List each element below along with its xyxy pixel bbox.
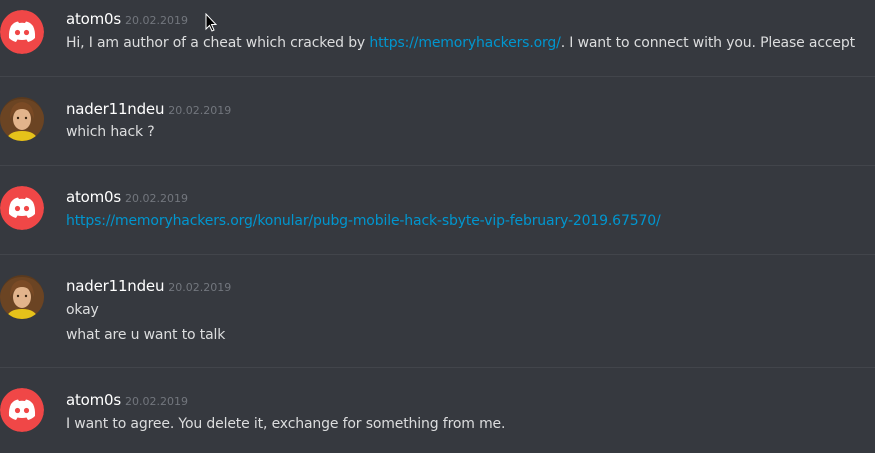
avatar[interactable] (0, 186, 44, 230)
message-group: atom0s 20.02.2019 I want to agree. You de… (0, 368, 875, 453)
avatar[interactable] (0, 10, 44, 54)
timestamp: 20.02.2019 (168, 104, 232, 117)
message-header: atom0s 20.02.2019 (66, 187, 188, 207)
username[interactable]: atom0s (66, 188, 121, 206)
username[interactable]: nader11ndeu (66, 100, 164, 118)
timestamp: 20.02.2019 (125, 192, 189, 205)
user-photo-avatar (0, 275, 44, 319)
message-header: atom0s 20.02.2019 (66, 390, 188, 410)
username[interactable]: nader11ndeu (66, 277, 164, 295)
discord-logo-icon (0, 10, 44, 54)
message-header: nader11ndeu 20.02.2019 (66, 276, 231, 296)
message-text: I want to agree. You delete it, exchange… (66, 416, 506, 432)
message-link[interactable]: https://memoryhackers.org/ (369, 35, 560, 51)
timestamp: 20.02.2019 (168, 281, 232, 294)
discord-logo-icon (0, 388, 44, 432)
message-text: Hi, I am author of a cheat which cracked… (66, 33, 855, 53)
message-header: atom0s 20.02.2019 (66, 9, 188, 29)
mouse-cursor-icon (205, 13, 217, 32)
message-text-segment: Hi, I am author of a cheat which cracked… (66, 35, 370, 51)
message-group: nader11ndeu 20.02.2019 okay what are u wa… (0, 255, 875, 367)
message-header: nader11ndeu 20.02.2019 (66, 99, 231, 119)
message-text: which hack ? (66, 124, 155, 140)
message-group: atom0s 20.02.2019 https://memoryhackers.o… (0, 166, 875, 254)
user-photo-avatar (0, 97, 44, 141)
message-group: atom0s 20.02.2019 Hi, I am author of a ch… (0, 0, 875, 76)
message-group: nader11ndeu 20.02.2019 which hack ? (0, 77, 875, 165)
timestamp: 20.02.2019 (125, 14, 189, 27)
message-text-segment: . I want to connect with you. Please acc… (560, 35, 855, 51)
message-text: https://memoryhackers.org/konular/pubg-m… (66, 211, 661, 231)
avatar[interactable] (0, 388, 44, 432)
discord-logo-icon (0, 186, 44, 230)
chat-messages: atom0s 20.02.2019 Hi, I am author of a ch… (0, 0, 875, 453)
timestamp: 20.02.2019 (125, 395, 189, 408)
message-text: okay (66, 302, 99, 318)
message-link[interactable]: https://memoryhackers.org/konular/pubg-m… (66, 213, 661, 229)
message-text: what are u want to talk (66, 327, 226, 343)
avatar[interactable] (0, 275, 44, 319)
username[interactable]: atom0s (66, 391, 121, 409)
avatar[interactable] (0, 97, 44, 141)
username[interactable]: atom0s (66, 10, 121, 28)
